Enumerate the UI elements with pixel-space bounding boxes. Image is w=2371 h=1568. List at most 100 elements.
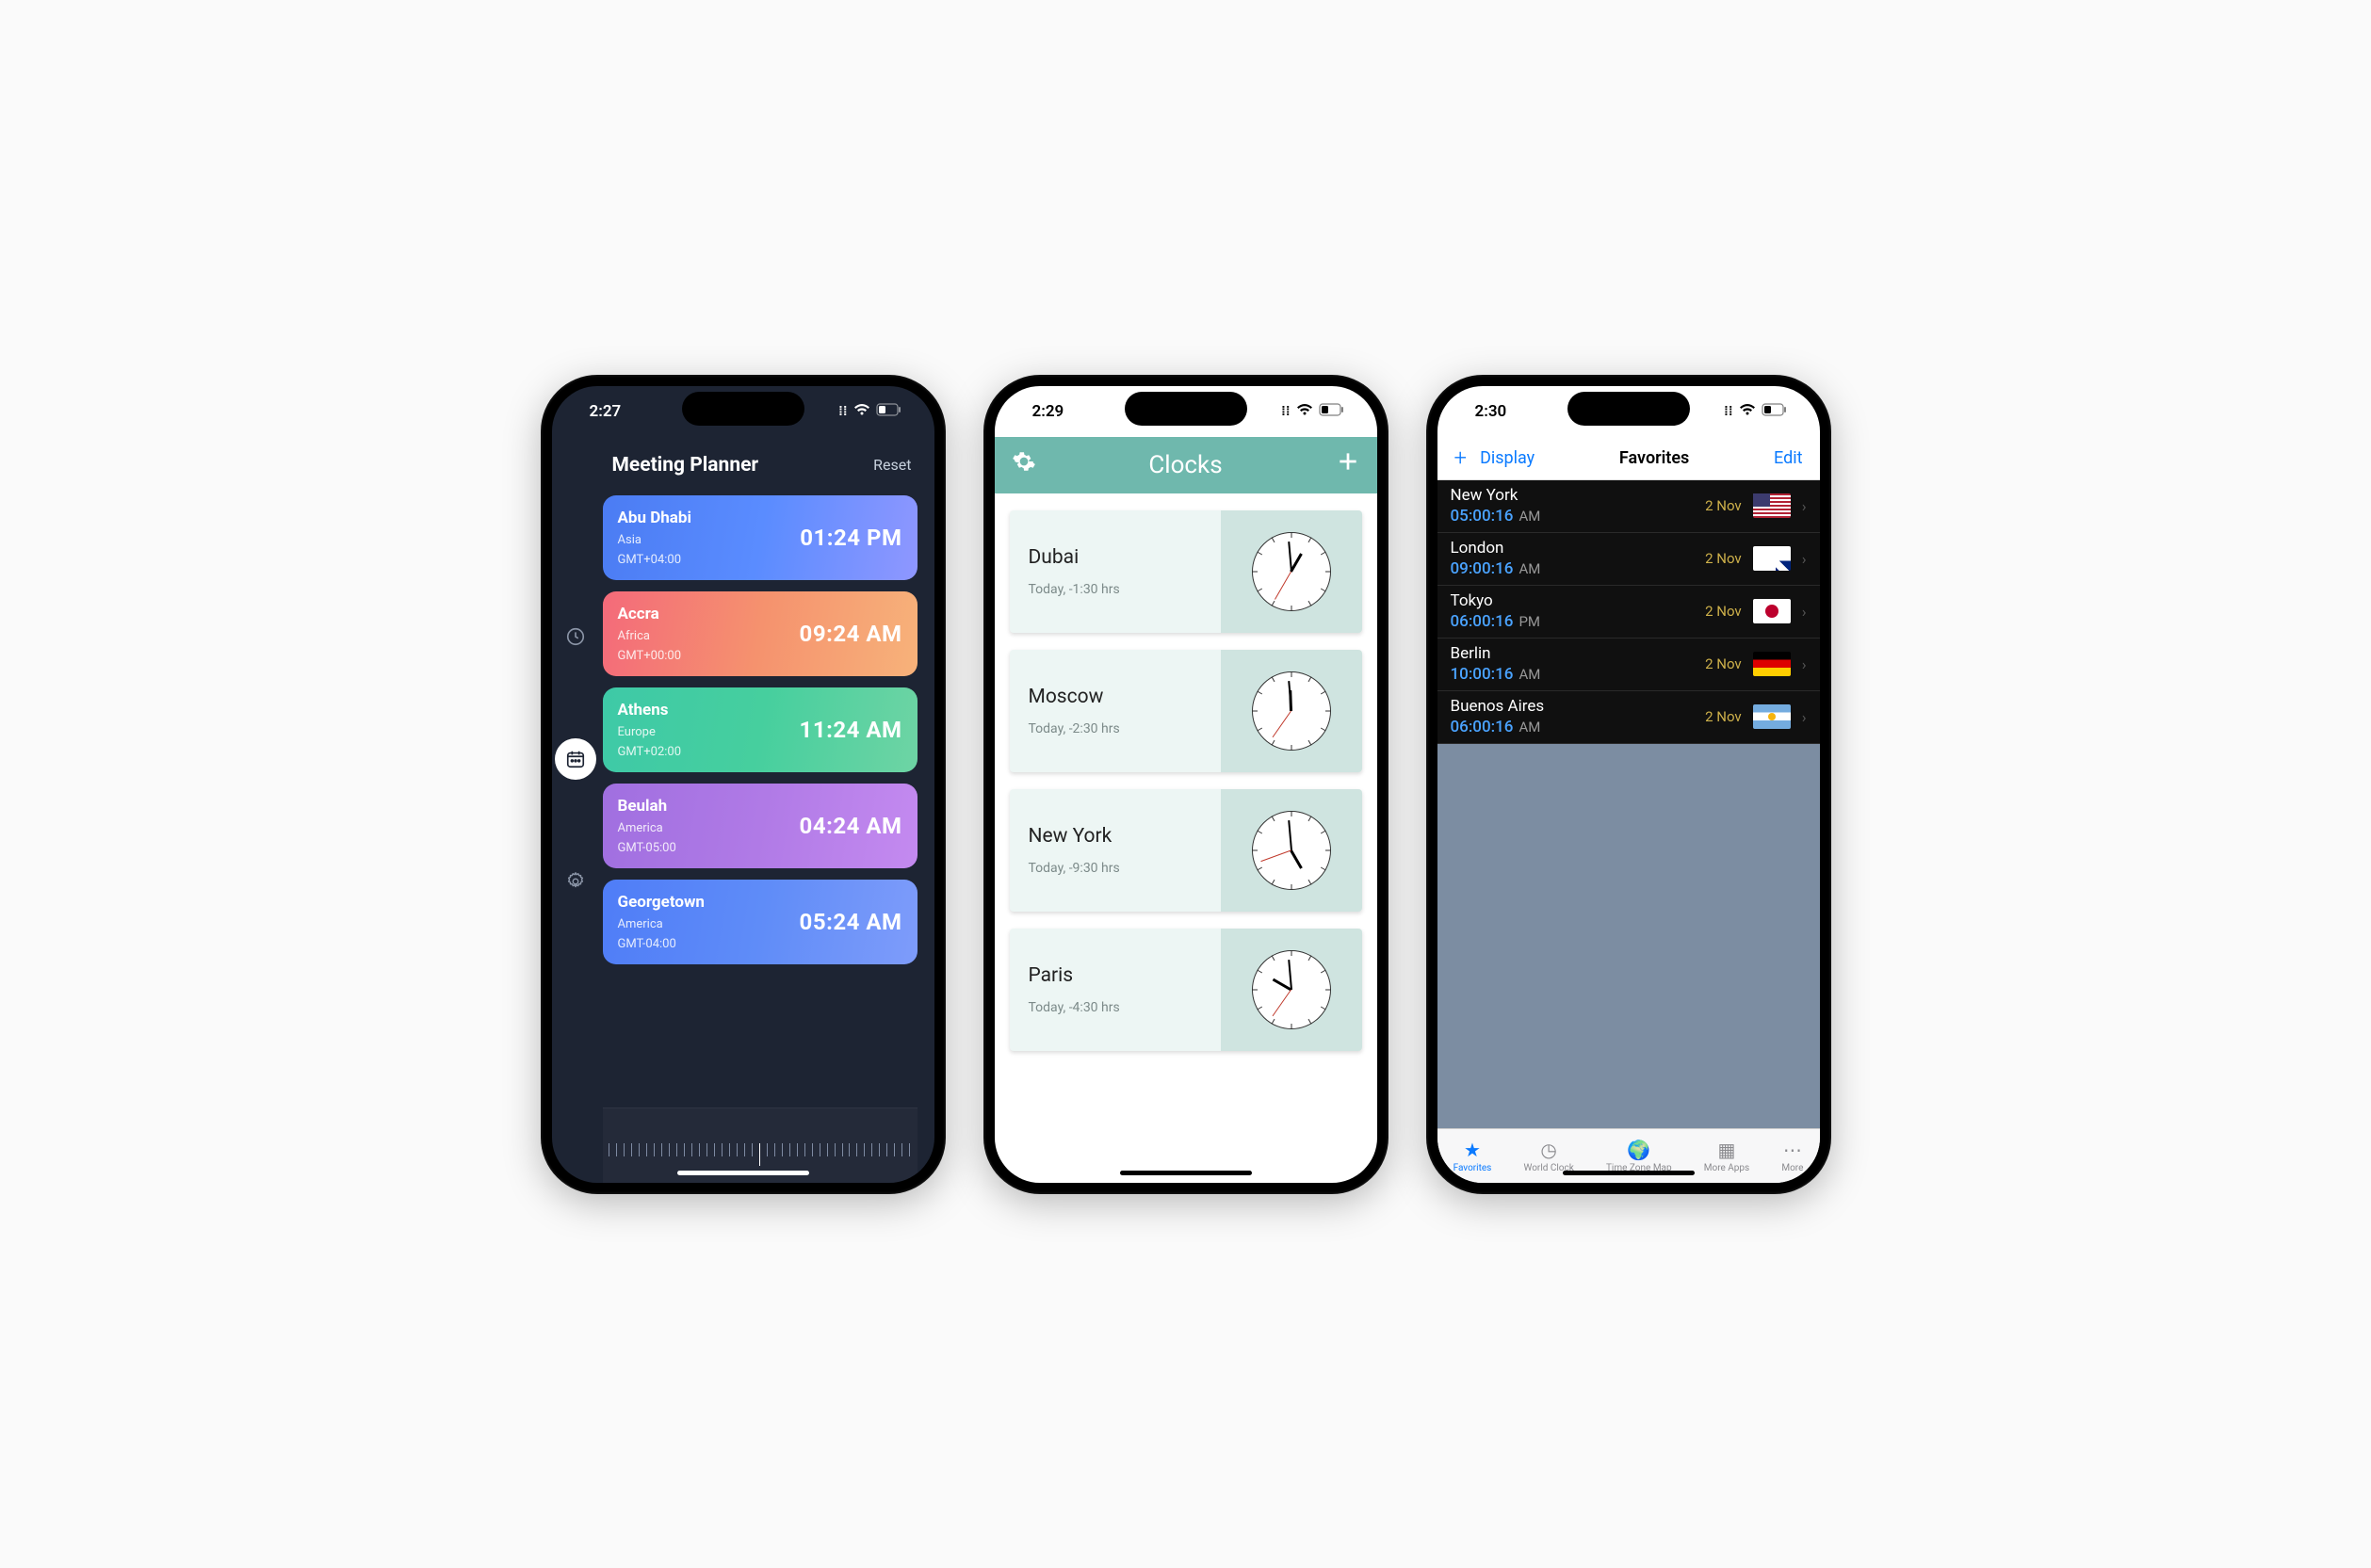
phone-clocks: 2:29 ⁞⁞ Clocks Dubai Today, -1:30 hrs xyxy=(983,375,1388,1194)
chevron-right-icon: › xyxy=(1802,497,1807,515)
city-time: 09:24 AM xyxy=(800,621,902,647)
analog-clock xyxy=(1221,789,1362,912)
favorite-city: Tokyo xyxy=(1451,591,1541,610)
favorite-time: 05:00:16AM xyxy=(1451,507,1541,525)
tab-more[interactable]: ⋯More xyxy=(1781,1139,1803,1173)
wifi-icon xyxy=(1296,403,1313,420)
battery-icon xyxy=(876,403,902,420)
add-clock-button[interactable] xyxy=(1336,449,1360,480)
city-region: Africa xyxy=(618,629,682,643)
home-indicator[interactable] xyxy=(677,1171,809,1175)
city-region: America xyxy=(618,917,705,931)
analog-clock xyxy=(1221,650,1362,772)
clocks-header: Clocks xyxy=(995,437,1377,493)
status-icons: ⁞⁞ xyxy=(838,403,901,420)
city-time: 11:24 AM xyxy=(800,717,902,743)
city-region: Asia xyxy=(618,533,691,547)
notch xyxy=(682,392,804,426)
clock-offset: Today, -2:30 hrs xyxy=(1029,721,1202,736)
reset-button[interactable]: Reset xyxy=(873,456,911,474)
battery-icon xyxy=(1319,403,1345,420)
analog-clock xyxy=(1221,510,1362,633)
clock-row[interactable]: Moscow Today, -2:30 hrs xyxy=(1010,650,1362,772)
notch xyxy=(1567,392,1690,426)
flag-icon xyxy=(1753,599,1791,623)
city-card[interactable]: Athens Europe GMT+02:00 11:24 AM xyxy=(603,687,918,772)
signal-icon: ⁞⁞ xyxy=(838,403,847,419)
favorite-row[interactable]: Tokyo 06:00:16PM 2 Nov › xyxy=(1437,586,1820,639)
favorite-time: 06:00:16PM xyxy=(1451,612,1541,631)
flag-icon xyxy=(1753,493,1791,518)
city-name: Abu Dhabi xyxy=(618,509,691,527)
favorite-city: Berlin xyxy=(1451,644,1541,663)
city-card[interactable]: Beulah America GMT-05:00 04:24 AM xyxy=(603,784,918,868)
sidebar-settings-button[interactable] xyxy=(555,861,596,902)
home-indicator[interactable] xyxy=(1120,1171,1252,1175)
status-icons: ⁞⁞ xyxy=(1724,403,1787,420)
settings-icon[interactable] xyxy=(1012,449,1036,480)
battery-icon xyxy=(1762,403,1788,420)
favorite-city: London xyxy=(1451,539,1541,558)
clock-row[interactable]: Paris Today, -4:30 hrs xyxy=(1010,929,1362,1051)
city-gmt: GMT-04:00 xyxy=(618,937,705,951)
city-card[interactable]: Georgetown America GMT-04:00 05:24 AM xyxy=(603,880,918,964)
status-time: 2:30 xyxy=(1475,402,1507,421)
clock-row[interactable]: New York Today, -9:30 hrs xyxy=(1010,789,1362,912)
clock-city: New York xyxy=(1029,825,1202,848)
flag-icon xyxy=(1753,652,1791,676)
tab-world-clock[interactable]: ◷World Clock xyxy=(1524,1139,1574,1173)
clock-city: Moscow xyxy=(1029,686,1202,708)
favorite-row[interactable]: London 09:00:16AM 2 Nov › xyxy=(1437,533,1820,586)
chevron-right-icon: › xyxy=(1802,655,1807,673)
signal-icon: ⁞⁞ xyxy=(1724,403,1732,419)
page-title: Meeting Planner xyxy=(612,454,759,477)
city-gmt: GMT+00:00 xyxy=(618,649,682,663)
status-time: 2:27 xyxy=(590,402,622,421)
tab-icon: ▦ xyxy=(1718,1139,1736,1161)
flag-icon xyxy=(1753,546,1791,571)
sidebar xyxy=(552,437,599,1183)
analog-clock xyxy=(1221,929,1362,1051)
home-indicator[interactable] xyxy=(1563,1171,1695,1175)
edit-button[interactable]: Edit xyxy=(1774,448,1802,468)
favorite-date: 2 Nov xyxy=(1705,655,1742,672)
chevron-right-icon: › xyxy=(1802,603,1807,621)
favorite-row[interactable]: New York 05:00:16AM 2 Nov › xyxy=(1437,480,1820,533)
phone-meeting-planner: 2:27 ⁞⁞ xyxy=(541,375,946,1194)
favorite-date: 2 Nov xyxy=(1705,708,1742,725)
notch xyxy=(1125,392,1247,426)
favorite-date: 2 Nov xyxy=(1705,550,1742,567)
clock-offset: Today, -9:30 hrs xyxy=(1029,861,1202,876)
tab-label: Favorites xyxy=(1453,1163,1492,1173)
city-time: 05:24 AM xyxy=(800,909,902,935)
tab-label: More xyxy=(1781,1163,1803,1173)
sidebar-clock-button[interactable] xyxy=(555,616,596,657)
city-gmt: GMT+02:00 xyxy=(618,745,682,759)
status-time: 2:29 xyxy=(1032,402,1064,421)
display-button[interactable]: Display xyxy=(1480,448,1535,468)
city-card[interactable]: Abu Dhabi Asia GMT+04:00 01:24 PM xyxy=(603,495,918,580)
tab-icon: 🌍 xyxy=(1627,1139,1650,1161)
city-gmt: GMT-05:00 xyxy=(618,841,676,855)
city-gmt: GMT+04:00 xyxy=(618,553,691,567)
tab-favorites[interactable]: ★Favorites xyxy=(1453,1139,1492,1173)
wifi-icon xyxy=(1739,403,1756,420)
tab-more-apps[interactable]: ▦More Apps xyxy=(1704,1139,1749,1173)
clock-city: Paris xyxy=(1029,964,1202,987)
add-button[interactable]: + xyxy=(1454,445,1468,471)
favorite-row[interactable]: Buenos Aires 06:00:16AM 2 Nov › xyxy=(1437,691,1820,744)
sidebar-calendar-button[interactable] xyxy=(555,738,596,780)
clock-row[interactable]: Dubai Today, -1:30 hrs xyxy=(1010,510,1362,633)
clock-city: Dubai xyxy=(1029,546,1202,569)
favorite-city: New York xyxy=(1451,486,1541,505)
tab-time-zone-map[interactable]: 🌍Time Zone Map xyxy=(1606,1139,1672,1173)
city-name: Beulah xyxy=(618,797,676,816)
clock-offset: Today, -4:30 hrs xyxy=(1029,1000,1202,1015)
tab-icon: ◷ xyxy=(1540,1139,1556,1161)
city-region: Europe xyxy=(618,725,682,739)
clock-offset: Today, -1:30 hrs xyxy=(1029,582,1202,597)
wifi-icon xyxy=(853,403,870,420)
city-card[interactable]: Accra Africa GMT+00:00 09:24 AM xyxy=(603,591,918,676)
favorite-row[interactable]: Berlin 10:00:16AM 2 Nov › xyxy=(1437,639,1820,691)
city-name: Georgetown xyxy=(618,893,705,912)
